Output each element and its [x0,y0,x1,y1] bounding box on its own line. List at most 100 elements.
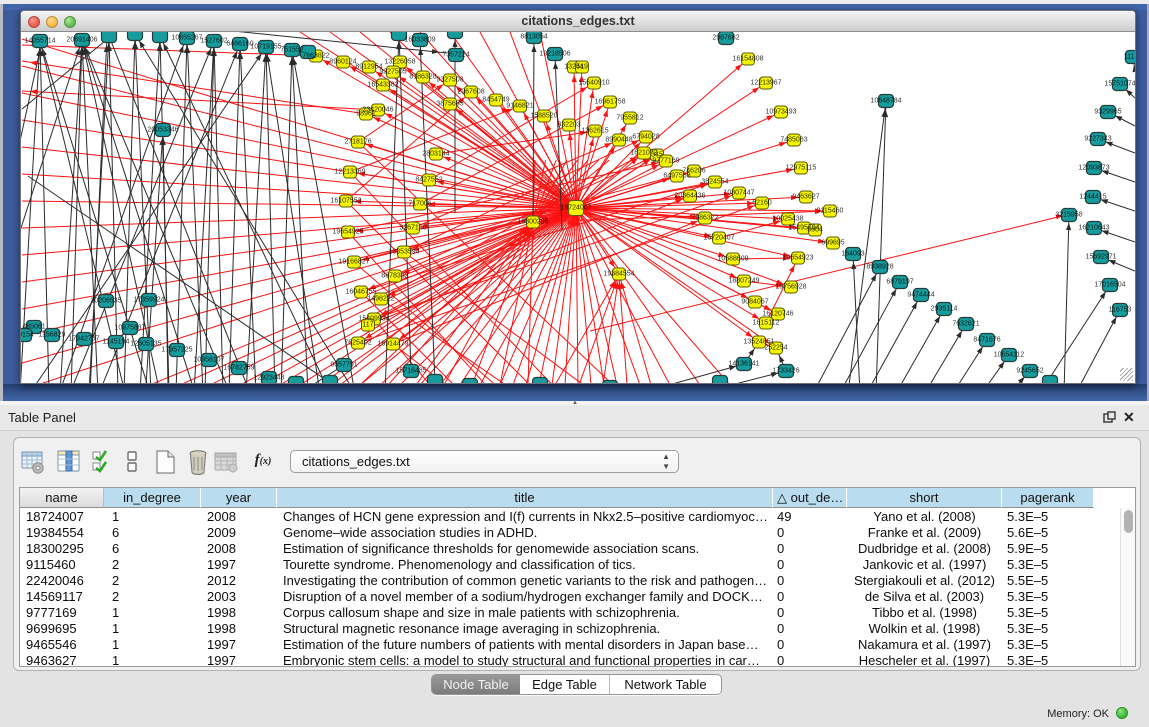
svg-text:3875685: 3875685 [436,101,463,108]
svg-text:6879197: 6879197 [886,279,913,286]
svg-text:117: 117 [362,322,373,329]
svg-text:9604: 9604 [807,227,823,234]
svg-text:17942737: 17942737 [68,336,99,343]
svg-text:9327505: 9327505 [379,69,406,76]
svg-text:8186328: 8186328 [409,74,436,81]
svg-text:9329965: 9329965 [1094,109,1121,116]
svg-text:18300295: 18300295 [517,219,548,226]
svg-text:7632621: 7632621 [952,321,979,328]
svg-text:16120746: 16120746 [762,311,793,318]
svg-text:7485063: 7485063 [780,137,807,144]
svg-text:16107553: 16107553 [330,198,361,205]
svg-text:12975115: 12975115 [786,165,817,172]
svg-text:12505135: 12505135 [130,341,161,348]
svg-text:2967608: 2967608 [457,89,484,96]
svg-text:1527602: 1527602 [200,38,227,45]
svg-text:16961758: 16961758 [594,99,625,106]
svg-text:10688609: 10688609 [717,256,748,263]
svg-text:699695: 699695 [821,240,844,247]
svg-text:11174: 11174 [1124,54,1135,61]
svg-text:10719155: 10719155 [250,44,281,51]
svg-text:10654112: 10654112 [994,352,1025,359]
svg-text:751552: 751552 [280,47,303,54]
svg-text:9657791: 9657791 [330,362,357,369]
svg-text:19166827: 19166827 [338,259,369,266]
svg-text:1145194: 1145194 [103,339,130,346]
svg-text:9777169: 9777169 [652,158,679,165]
svg-text:9245652: 9245652 [1016,368,1043,375]
svg-text:10975887: 10975887 [114,325,145,332]
svg-text:1498222: 1498222 [367,296,394,303]
svg-text:14136141: 14136141 [728,361,759,368]
svg-text:3267130: 3267130 [399,225,426,232]
svg-text:717006: 717006 [408,201,431,208]
svg-text:10973493: 10973493 [765,109,796,116]
svg-text:746206: 746206 [682,168,705,175]
svg-text:1362615: 1362615 [581,128,608,135]
svg-text:2803144: 2803144 [422,151,449,158]
svg-text:2987682: 2987682 [712,35,739,42]
svg-text:8938928: 8938928 [866,264,893,271]
svg-text:12093873: 12093873 [1078,165,1109,172]
svg-text:17016504: 17016504 [1094,282,1125,289]
svg-text:19654923: 19654923 [782,255,813,262]
svg-text:15640910: 15640910 [578,80,609,87]
svg-text:8878332: 8878332 [381,273,408,280]
svg-text:20053346: 20053346 [147,127,178,134]
svg-text:98961: 98961 [356,111,376,118]
svg-text:6794028: 6794028 [632,134,659,141]
svg-text:7955812: 7955812 [616,115,643,122]
svg-text:9327508: 9327508 [436,77,463,84]
svg-text:9146821: 9146821 [506,103,533,110]
svg-text:1156829: 1156829 [39,332,66,339]
svg-text:15692971: 15692971 [1085,254,1116,261]
svg-text:19654925: 19654925 [332,229,363,236]
svg-text:13226058: 13226058 [384,59,415,66]
svg-text:15751074: 15751074 [1104,81,1135,88]
svg-text:1733426: 1733426 [772,368,799,375]
svg-text:9474444: 9474444 [907,292,934,299]
svg-text:252254: 252254 [764,345,787,352]
svg-text:20691406: 20691406 [66,37,97,44]
svg-text:15720407: 15720407 [703,235,734,242]
svg-text:10655267: 10655267 [171,35,202,42]
svg-text:16914479: 16914479 [377,341,408,348]
svg-text:10648784: 10648784 [870,98,901,105]
svg-text:18724007: 18724007 [560,205,591,212]
svg-text:20206535: 20206535 [90,298,121,305]
svg-text:1244415: 1244415 [1079,194,1106,201]
svg-text:19756928: 19756928 [775,284,806,291]
svg-text:16210643: 16210643 [1078,225,1109,232]
svg-text:16046755: 16046755 [345,289,376,296]
svg-text:39154: 39154 [21,332,34,339]
svg-text:8427552: 8427552 [415,177,442,184]
svg-text:8471676: 8471676 [973,337,1000,344]
svg-text:12923448: 12923448 [253,375,284,382]
svg-text:9463627: 9463627 [792,194,819,201]
svg-text:3215958: 3215958 [1055,212,1082,219]
svg-text:1588520: 1588520 [530,113,557,120]
svg-text:16154808: 16154808 [732,56,763,63]
svg-text:9084067: 9084067 [741,299,768,306]
svg-text:9227343: 9227343 [1084,136,1111,143]
svg-text:7357224: 7357224 [442,52,469,59]
svg-text:485061: 485061 [22,324,45,331]
svg-text:17359924: 17359924 [133,297,164,304]
svg-text:3824554: 3824554 [701,179,728,186]
svg-text:16782759: 16782759 [223,365,254,372]
svg-text:419: 419 [576,64,588,71]
svg-text:14055714: 14055714 [24,38,55,45]
svg-text:116753: 116753 [1109,307,1132,314]
svg-text:8990448: 8990448 [605,137,632,144]
svg-text:17957225: 17957225 [161,347,192,354]
svg-text:2935114: 2935114 [931,306,958,313]
svg-text:10807447: 10807447 [723,190,754,197]
svg-text:18807249: 18807249 [728,278,759,285]
svg-text:19384554: 19384554 [603,271,634,278]
svg-text:13353594: 13353594 [388,249,419,256]
svg-text:7986372: 7986372 [691,215,718,222]
svg-text:8813054: 8813054 [520,34,547,41]
svg-text:1615112: 1615112 [753,320,780,327]
svg-text:10958107: 10958107 [193,357,224,364]
svg-text:832203: 832203 [557,122,580,129]
